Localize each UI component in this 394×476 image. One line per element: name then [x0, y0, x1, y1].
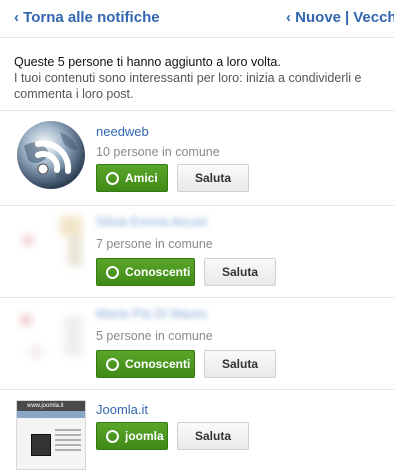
- person-name[interactable]: Silvia Emma Ascari: [96, 214, 207, 229]
- mutual-connections: 5 persone in comune: [96, 329, 213, 343]
- circle-button[interactable]: joomla: [96, 422, 168, 450]
- mutual-connections: 10 persone in comune: [96, 145, 220, 159]
- greet-button-label: Saluta: [194, 171, 231, 185]
- circle-ring-icon: [106, 429, 119, 443]
- blurred-avatar[interactable]: [16, 210, 86, 280]
- greet-button-label: Saluta: [221, 357, 258, 371]
- intro-description: I tuoi contenuti sono interessanti per l…: [14, 71, 362, 101]
- thumbnail-url: www.joomla.it: [27, 403, 64, 409]
- circle-ring-icon: [106, 265, 119, 279]
- rss-globe-icon[interactable]: [16, 120, 86, 190]
- greet-button-label: Saluta: [221, 265, 258, 279]
- joomla-site-thumbnail[interactable]: www.joomla.it: [16, 400, 86, 470]
- circle-button-label: Conoscenti: [125, 357, 191, 371]
- greet-button-label: Saluta: [194, 429, 231, 443]
- greet-button[interactable]: Saluta: [177, 422, 249, 450]
- divider: [0, 389, 394, 390]
- circle-ring-icon: [106, 357, 119, 371]
- person-row: Maria Pia Di Mauro 5 persone in comune C…: [0, 302, 394, 390]
- mutual-connections: 7 persone in comune: [96, 237, 213, 251]
- divider: [0, 297, 394, 298]
- divider: [0, 205, 394, 206]
- person-name[interactable]: Maria Pia Di Mauro: [96, 306, 207, 321]
- nav-separator: |: [345, 9, 350, 26]
- person-row: www.joomla.it Joomla.it joomla Saluta: [0, 400, 394, 476]
- circle-button[interactable]: Conoscenti: [96, 350, 195, 378]
- circle-button[interactable]: Amici: [96, 164, 168, 192]
- greet-button[interactable]: Saluta: [177, 164, 249, 192]
- person-row: Silvia Emma Ascari 7 persone in comune C…: [0, 210, 394, 298]
- circle-button[interactable]: Conoscenti: [96, 258, 195, 286]
- notification-header: ‹ Torna alle notifiche ‹ Nuove|Vecchie: [0, 0, 394, 38]
- divider: [0, 110, 394, 111]
- back-to-notifications-link[interactable]: ‹ Torna alle notifiche: [14, 9, 160, 26]
- circle-button-label: Conoscenti: [125, 265, 191, 279]
- newer-link[interactable]: ‹ Nuove: [286, 9, 341, 26]
- intro-headline: Queste 5 persone ti hanno aggiunto a lor…: [14, 55, 281, 69]
- circle-ring-icon: [106, 171, 119, 185]
- pagination-nav: ‹ Nuove|Vecchie: [286, 9, 394, 26]
- blurred-avatar[interactable]: [16, 302, 86, 372]
- older-link[interactable]: Vecchie: [353, 9, 394, 26]
- circle-button-label: joomla: [125, 429, 164, 443]
- person-name[interactable]: Joomla.it: [96, 402, 148, 417]
- greet-button[interactable]: Saluta: [204, 258, 276, 286]
- person-row: needweb 10 persone in comune Amici Salut…: [0, 120, 394, 208]
- person-name[interactable]: needweb: [96, 124, 149, 139]
- circle-button-label: Amici: [125, 171, 158, 185]
- notification-intro: Queste 5 persone ti hanno aggiunto a lor…: [14, 54, 390, 102]
- greet-button[interactable]: Saluta: [204, 350, 276, 378]
